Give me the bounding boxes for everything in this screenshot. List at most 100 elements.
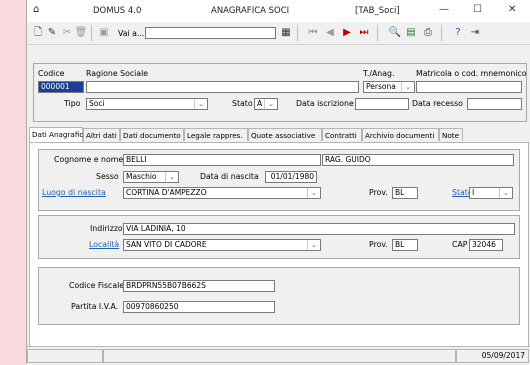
cap-field[interactable]: 32046	[469, 239, 503, 251]
prov-field[interactable]: BL	[392, 239, 418, 251]
chart-icon[interactable]: ▤	[404, 26, 418, 40]
exit-icon[interactable]: ⇥	[468, 26, 482, 40]
title-bar: ⌂ DOMUS 4.0 ANAGRAFICA SOCI [TAB_Soci] —…	[27, 0, 530, 22]
header-panel: Codice Ragione Sociale T./Anag. Matricol…	[33, 63, 527, 122]
previous-record-icon[interactable]: ◀	[323, 26, 337, 40]
tipo-label: Tipo	[64, 99, 81, 108]
data-iscrizione-label: Data iscrizione	[296, 99, 354, 108]
tab-altri-dati[interactable]: Altri dati	[83, 128, 120, 141]
tab-dati-documento[interactable]: Dati documento	[120, 128, 184, 141]
app-title: DOMUS 4.0	[93, 6, 142, 16]
anagrafica-group: Cognome e nome BELLI RAG. GUIDO Sesso Ma…	[38, 149, 520, 211]
indirizzo-group: Indirizzo VIA LADINIA, 10 Località SAN V…	[38, 215, 520, 259]
tipo-value: Soci	[89, 99, 105, 108]
chevron-down-icon[interactable]: ⌄	[307, 188, 320, 198]
chevron-down-icon[interactable]: ⌄	[401, 82, 414, 92]
partita-iva-field[interactable]: 00970860250	[123, 301, 275, 313]
first-record-icon[interactable]: ⏮	[306, 26, 320, 40]
tab-dati-anagrafici[interactable]: Dati Anagrafici	[29, 127, 85, 142]
tab-note[interactable]: Note	[439, 128, 463, 141]
codice-fiscale-field[interactable]: BRDPRN55B07B662S	[123, 280, 275, 292]
chevron-down-icon[interactable]: ⌄	[264, 99, 277, 109]
indirizzo-label: Indirizzo	[90, 224, 123, 233]
status-cell	[27, 349, 103, 363]
prov-label: Prov.	[369, 240, 388, 249]
stato-select[interactable]: A ⌄	[254, 98, 278, 110]
help-icon[interactable]: ?	[451, 26, 465, 40]
codice-label: Codice	[38, 69, 65, 78]
chevron-down-icon[interactable]: ⌄	[307, 240, 320, 250]
tab-content: Cognome e nome BELLI RAG. GUIDO Sesso Ma…	[29, 142, 529, 348]
close-button[interactable]: ✕	[508, 4, 516, 15]
stato-nascita-value: I	[472, 188, 475, 197]
localita-select[interactable]: SAN VITO DI CADORE ⌄	[123, 239, 321, 251]
tab-contratti[interactable]: Contratti	[322, 128, 362, 141]
last-record-icon[interactable]: ⏭	[357, 26, 371, 40]
chevron-down-icon[interactable]: ⌄	[499, 188, 512, 198]
toolbar-divider	[91, 25, 92, 41]
stato-nascita-select[interactable]: I ⌄	[469, 187, 513, 199]
data-recesso-field[interactable]	[467, 98, 522, 110]
matricola-field[interactable]	[416, 81, 522, 93]
next-record-icon[interactable]: ▶	[340, 26, 354, 40]
luogo-nascita-select[interactable]: CORTINA D'AMPEZZO ⌄	[123, 187, 321, 199]
luogo-nascita-value: CORTINA D'AMPEZZO	[126, 188, 207, 197]
tab-legale-rappres[interactable]: Legale rappres.	[184, 128, 248, 141]
codice-fiscale-label: Codice Fiscale	[69, 281, 125, 290]
data-recesso-label: Data recesso	[412, 99, 463, 108]
indirizzo-field[interactable]: VIA LADINIA, 10	[123, 223, 515, 235]
toolbar-divider	[377, 25, 378, 41]
chevron-down-icon[interactable]: ⌄	[165, 172, 178, 182]
save-icon[interactable]: ▣	[97, 26, 111, 40]
window-icon: ⌂	[33, 4, 40, 15]
toolbar-divider	[297, 25, 298, 41]
partita-iva-label: Partita I.V.A.	[71, 302, 119, 311]
goto-label: Vai a...	[118, 29, 145, 38]
prov-label: Prov.	[369, 188, 388, 197]
section-title: ANAGRAFICA SOCI	[211, 6, 290, 16]
ragione-label: Ragione Sociale	[86, 69, 149, 78]
search-icon[interactable]: 🔍	[388, 26, 402, 40]
prov-field[interactable]: BL	[392, 187, 418, 199]
localita-value: SAN VITO DI CADORE	[126, 240, 207, 249]
status-bar: 05/09/2017	[27, 346, 530, 365]
ragione-field[interactable]	[86, 81, 359, 93]
codice-field[interactable]: 000001	[38, 81, 84, 93]
nascita-field[interactable]: 01/01/1980	[265, 171, 317, 183]
matricola-label: Matricola o cod. mnemonico	[416, 69, 527, 78]
luogo-nascita-link[interactable]: Luogo di nascita	[42, 188, 106, 197]
minimize-button[interactable]: —	[439, 4, 449, 15]
data-iscrizione-field[interactable]	[355, 98, 409, 110]
new-record-icon[interactable]: 🗋	[31, 26, 45, 40]
stato-label: Stato	[232, 99, 253, 108]
maximize-button[interactable]: ☐	[473, 4, 482, 15]
sesso-value: Maschio	[126, 172, 157, 181]
table-title: [TAB_Soci]	[355, 6, 400, 16]
tanag-value: Persona	[366, 82, 396, 91]
sesso-select[interactable]: Maschio ⌄	[123, 171, 179, 183]
cap-label: CAP	[452, 240, 468, 249]
print-icon[interactable]: ⎙	[421, 26, 435, 40]
nome-field[interactable]: RAG. GUIDO	[322, 154, 514, 166]
tanag-select[interactable]: Persona ⌄	[363, 81, 415, 93]
main-window: ⌂ DOMUS 4.0 ANAGRAFICA SOCI [TAB_Soci] —…	[26, 0, 530, 365]
status-cell	[103, 349, 456, 363]
nascita-label: Data di nascita	[200, 172, 259, 181]
tab-quote-associative[interactable]: Quote associative	[248, 128, 322, 141]
fiscale-group: Codice Fiscale BRDPRN55B07B662S Partita …	[38, 267, 520, 325]
localita-link[interactable]: Località	[89, 240, 119, 249]
tanag-label: T./Anag.	[363, 69, 395, 78]
calendar-icon[interactable]: ▦	[279, 26, 293, 40]
tipo-select[interactable]: Soci ⌄	[86, 98, 208, 110]
cognome-field[interactable]: BELLI	[123, 154, 321, 166]
toolbar-divider	[441, 25, 442, 41]
stato-value: A	[257, 99, 263, 108]
tab-archivio-documenti[interactable]: Archivio documenti	[362, 128, 439, 141]
edit-record-icon[interactable]: ✎	[45, 26, 59, 40]
delete-icon[interactable]: 🗑	[74, 26, 88, 40]
goto-input[interactable]	[145, 27, 276, 39]
chevron-down-icon[interactable]: ⌄	[194, 99, 207, 109]
status-date: 05/09/2017	[456, 349, 529, 363]
toolbar: 🗋 ✎ ✂ 🗑 ▣ Vai a... ▦ ⏮ ◀ ▶ ⏭ 🔍 ▤ ⎙ ? ⇥	[27, 22, 530, 45]
cut-icon[interactable]: ✂	[60, 26, 74, 40]
